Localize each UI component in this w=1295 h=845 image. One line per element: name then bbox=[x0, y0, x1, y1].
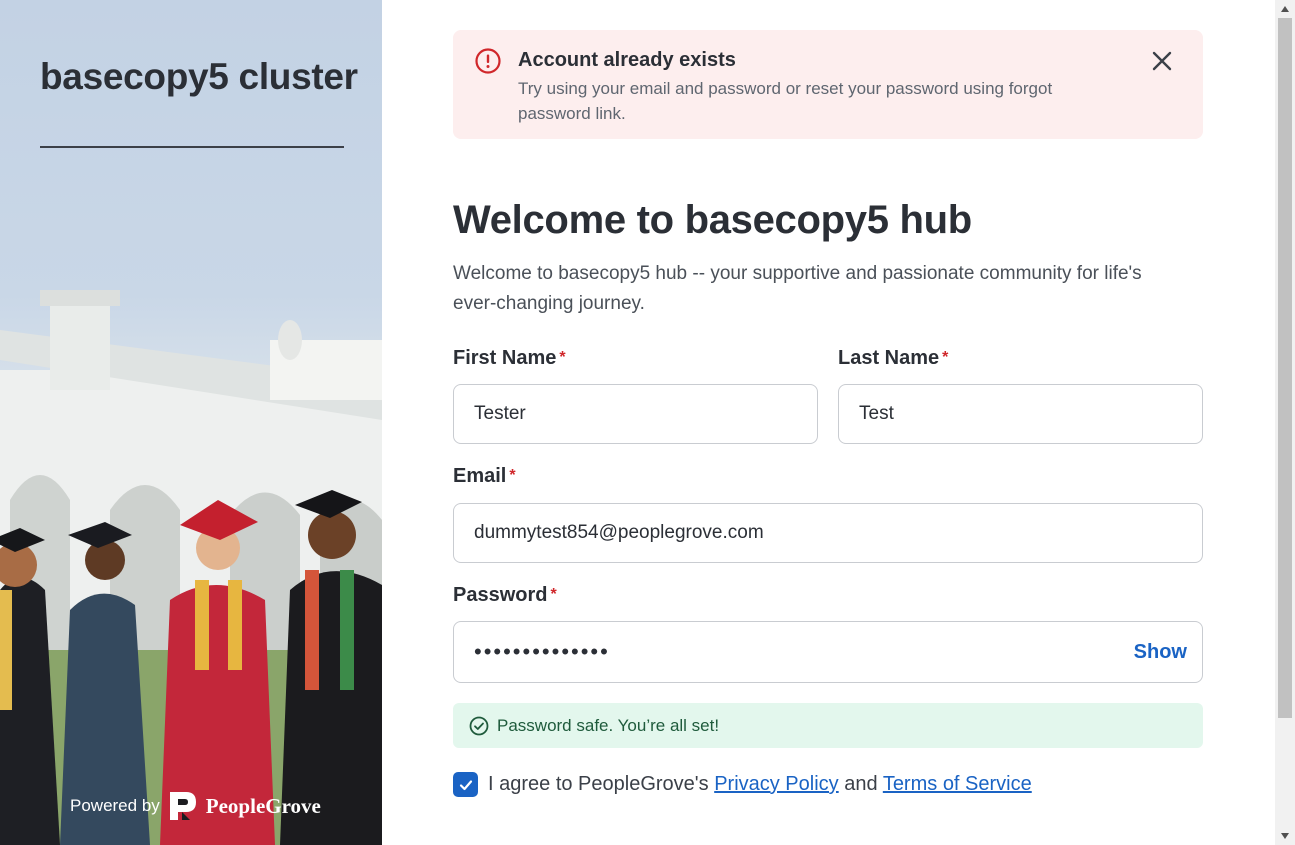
password-label: Password * bbox=[453, 584, 557, 606]
scroll-down-arrow-icon[interactable] bbox=[1280, 831, 1290, 841]
email-field[interactable] bbox=[453, 503, 1203, 563]
email-label: Email * bbox=[453, 465, 516, 487]
checkmark-icon bbox=[459, 779, 472, 790]
password-input[interactable]: •••••••••••••• bbox=[474, 639, 610, 665]
error-alert: Account already exists Try using your em… bbox=[453, 30, 1203, 139]
check-circle-icon bbox=[469, 716, 489, 735]
agree-and-text: and bbox=[844, 773, 878, 795]
email-input[interactable] bbox=[474, 522, 1182, 544]
required-marker: * bbox=[509, 467, 516, 484]
powered-by-text: Powered by bbox=[70, 796, 160, 815]
scrollbar-thumb[interactable] bbox=[1278, 18, 1292, 718]
password-field[interactable]: •••••••••••••• Show bbox=[453, 621, 1203, 683]
left-panel: basecopy5 cluster Powered by PeopleGrove bbox=[0, 0, 382, 845]
terms-agreement: I agree to PeopleGrove's Privacy Policy … bbox=[453, 772, 1032, 797]
alert-message: Try using your email and password or res… bbox=[518, 79, 1053, 123]
terms-of-service-link[interactable]: Terms of Service bbox=[883, 773, 1032, 795]
required-marker: * bbox=[942, 349, 949, 366]
error-icon bbox=[475, 48, 501, 74]
agree-checkbox[interactable] bbox=[453, 772, 478, 797]
show-password-button[interactable]: Show bbox=[1134, 641, 1187, 664]
last-name-field[interactable] bbox=[838, 384, 1203, 444]
powered-by: Powered by PeopleGrove bbox=[70, 790, 321, 822]
last-name-input[interactable] bbox=[859, 403, 1182, 425]
agree-text: I agree to PeopleGrove's bbox=[488, 773, 709, 795]
brand-name: PeopleGrove bbox=[205, 793, 321, 818]
password-strength-banner: Password safe. You’re all set! bbox=[453, 703, 1203, 748]
scroll-up-arrow-icon[interactable] bbox=[1280, 4, 1290, 14]
peoplegrove-logo-icon bbox=[169, 792, 196, 820]
first-name-label: First Name * bbox=[453, 347, 566, 369]
first-name-field[interactable] bbox=[453, 384, 818, 444]
title-divider bbox=[40, 146, 344, 148]
page-scrollbar[interactable] bbox=[1275, 0, 1295, 845]
last-name-label: Last Name * bbox=[838, 347, 949, 369]
first-name-input[interactable] bbox=[474, 403, 797, 425]
graduates-photo bbox=[0, 290, 382, 845]
alert-title: Account already exists bbox=[518, 49, 736, 71]
password-status-text: Password safe. You’re all set! bbox=[497, 715, 720, 735]
privacy-policy-link[interactable]: Privacy Policy bbox=[714, 773, 838, 795]
cluster-title: basecopy5 cluster bbox=[40, 56, 358, 97]
page-subtitle: Welcome to basecopy5 hub -- your support… bbox=[453, 263, 1142, 314]
page-title: Welcome to basecopy5 hub bbox=[453, 198, 972, 242]
required-marker: * bbox=[559, 349, 566, 366]
close-icon[interactable] bbox=[1149, 48, 1175, 74]
required-marker: * bbox=[550, 586, 557, 603]
